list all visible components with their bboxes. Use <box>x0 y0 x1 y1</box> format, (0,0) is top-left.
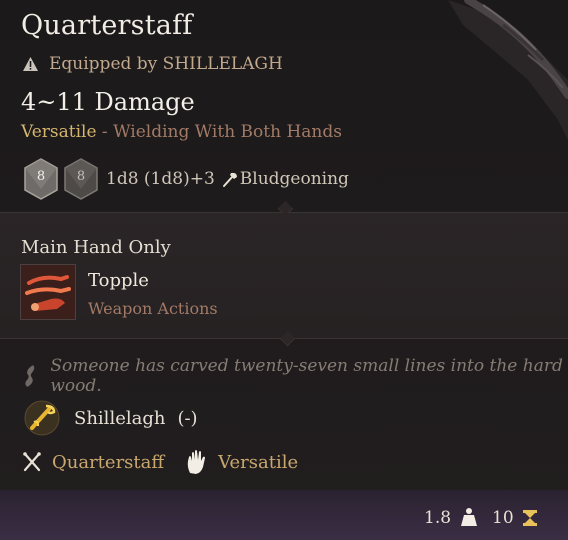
svg-text:8: 8 <box>77 169 85 184</box>
flavor-row: Someone has carved twenty-seven small li… <box>22 356 568 396</box>
topple-action-icon[interactable] <box>20 264 76 320</box>
damage-type: Bludgeoning <box>239 169 349 189</box>
action-subtitle: Weapon Actions <box>88 299 218 318</box>
weapon-proficiency[interactable]: Quarterstaff <box>52 452 164 473</box>
damage-formula: 1d8 (1d8)+3 <box>106 169 215 189</box>
weight-value: 1.8 <box>424 508 452 528</box>
warning-icon <box>23 57 38 71</box>
weight-icon <box>461 508 477 526</box>
equipped-row: Equipped by SHILLELAGH <box>22 54 283 74</box>
item-title: Quarterstaff <box>21 10 193 41</box>
spell-charges: (-) <box>177 407 198 429</box>
spell-name[interactable]: Shillelagh <box>74 408 165 429</box>
hand-requirement: Main Hand Only <box>21 237 171 258</box>
item-tooltip: Quarterstaff Equipped by SHILLELAGH 4~11… <box>0 0 568 540</box>
gold-value: 10 <box>492 508 514 528</box>
gold-coin-icon <box>523 510 537 526</box>
equipped-by-text: Equipped by SHILLELAGH <box>49 54 283 74</box>
crossed-weapons-icon <box>23 452 41 472</box>
action-name[interactable]: Topple <box>88 270 149 291</box>
quote-icon <box>25 365 35 387</box>
weapon-action-section: Main Hand Only Topple Weapon Actions <box>0 213 568 338</box>
d8-die-icon: 8 <box>64 158 98 200</box>
hand-icon <box>187 450 206 474</box>
d8-die-icon: 8 <box>24 158 58 200</box>
item-footer: 1.8 10 <box>0 490 568 540</box>
proficiency-row: Quarterstaff Versatile <box>22 449 298 475</box>
weapon-property[interactable]: Versatile <box>218 452 298 473</box>
property-detail: Wielding With Both Hands <box>113 122 342 142</box>
topple-icon <box>21 265 75 319</box>
damage-range: 4~11 Damage <box>21 88 195 116</box>
property-separator: - <box>96 122 114 142</box>
svg-text:8: 8 <box>37 169 45 184</box>
damage-dice-row: 8 8 1d8 (1d8)+3 Bludgeoning <box>22 157 349 201</box>
flavor-text: Someone has carved twenty-seven small li… <box>50 356 563 396</box>
granted-spell-row[interactable]: Shillelagh (-) <box>24 400 198 436</box>
item-header-section: Quarterstaff Equipped by SHILLELAGH 4~11… <box>0 0 568 212</box>
club-icon <box>222 172 237 187</box>
shillelagh-spell-icon[interactable] <box>24 400 60 436</box>
property-label[interactable]: Versatile <box>21 122 97 142</box>
weapon-property-line: Versatile - Wielding With Both Hands <box>21 122 342 142</box>
